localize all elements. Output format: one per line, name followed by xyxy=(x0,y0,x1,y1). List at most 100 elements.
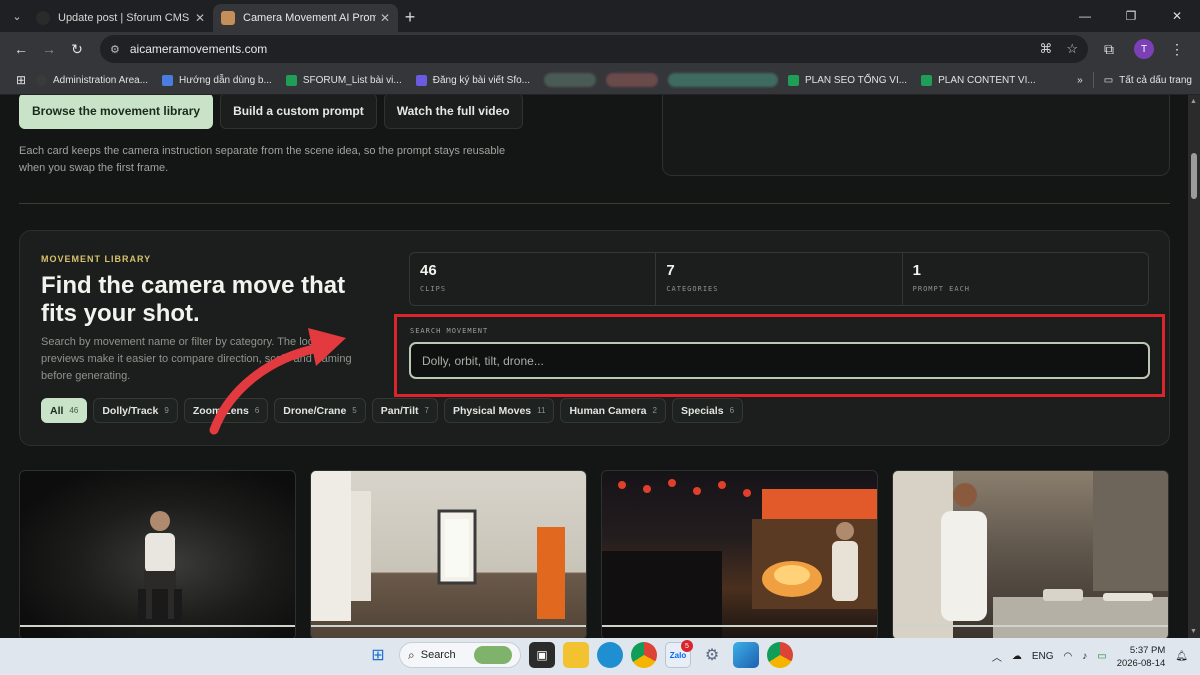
scroll-down-icon[interactable]: ▼ xyxy=(1190,628,1197,635)
tab-camera-movement[interactable]: Camera Movement AI Prompts ✕ xyxy=(213,4,398,32)
bookmarks-right: » ▭ Tất cả dấu trang xyxy=(1077,72,1192,88)
reload-icon[interactable]: ↻ xyxy=(64,36,90,62)
windows-start-icon[interactable]: ⊞ xyxy=(365,642,391,668)
search-input[interactable] xyxy=(409,342,1150,379)
library-eyebrow: MOVEMENT LIBRARY xyxy=(41,254,152,264)
watch-video-button[interactable]: Watch the full video xyxy=(383,95,523,129)
task-view-icon[interactable]: ▣ xyxy=(529,642,555,668)
filter-dolly-track[interactable]: Dolly/Track 9 xyxy=(93,398,178,423)
window-controls: — ❐ ✕ xyxy=(1062,0,1200,32)
bookmark-item[interactable]: SFORUM_List bài vi... xyxy=(285,74,402,86)
camera-favicon-icon xyxy=(221,11,235,25)
language-indicator[interactable]: ENG xyxy=(1032,651,1054,662)
clip-card[interactable] xyxy=(892,470,1169,638)
bookmark-item[interactable]: Administration Area... xyxy=(36,74,148,86)
bookmark-item[interactable]: Đăng ký bài viết Sfo... xyxy=(415,74,530,86)
tab-search-icon[interactable]: ⌄ xyxy=(6,4,28,28)
restore-icon[interactable]: ❐ xyxy=(1108,0,1154,32)
forms-icon xyxy=(415,74,427,86)
scroll-up-icon[interactable]: ▲ xyxy=(1190,98,1197,105)
forward-arrow-icon[interactable]: → xyxy=(36,36,62,62)
tab-sforum[interactable]: Update post | Sforum CMS ✕ xyxy=(28,4,213,32)
address-bar: ← → ↻ ⚙ aicameramovements.com ⌘ ☆ ⧉ T ⋮ xyxy=(0,32,1200,66)
filter-physical-moves[interactable]: Physical Moves 11 xyxy=(443,398,555,423)
browser-chrome: ⌄ Update post | Sforum CMS ✕ Camera Move… xyxy=(0,0,1200,95)
filter-pan-tilt[interactable]: Pan/Tilt 7 xyxy=(371,398,438,423)
filter-drone-crane[interactable]: Drone/Crane 5 xyxy=(274,398,366,423)
chef-kitchen-illustration xyxy=(893,471,1168,638)
tab-title: Camera Movement AI Prompts xyxy=(243,12,376,24)
clock[interactable]: 5:37 PM 2026-08-14 xyxy=(1117,644,1166,670)
filter-specials[interactable]: Specials 6 xyxy=(671,398,744,423)
sheets-icon xyxy=(921,74,933,86)
chrome-icon[interactable] xyxy=(631,642,657,668)
section-divider xyxy=(19,203,1170,204)
bookmark-item[interactable]: PLAN CONTENT VI... xyxy=(921,74,1036,86)
windows-taskbar: ⊞ ⌕ Search ▣ Zalo 5 ⚙ ︿ ☁ ENG ◠ ♪ ▭ 5:37… xyxy=(0,638,1200,675)
zalo-icon[interactable]: Zalo 5 xyxy=(665,640,693,668)
docs-icon xyxy=(162,74,174,86)
volume-icon[interactable]: ♪ xyxy=(1082,651,1087,662)
minimize-icon[interactable]: — xyxy=(1062,0,1108,32)
close-icon[interactable]: ✕ xyxy=(195,11,205,25)
site-info-icon[interactable]: ⚙ xyxy=(110,43,120,56)
back-arrow-icon[interactable]: ← xyxy=(8,36,34,62)
menu-kebab-icon[interactable]: ⋮ xyxy=(1164,36,1190,62)
sforum-favicon-icon xyxy=(36,11,50,25)
battery-icon[interactable]: ▭ xyxy=(1097,651,1106,662)
clip-thumbnail xyxy=(893,471,1168,638)
settings-gear-icon[interactable]: ⚙ xyxy=(699,642,725,668)
notification-badge: 5 xyxy=(681,640,693,652)
page-scrollbar[interactable]: ▲ ▼ xyxy=(1188,95,1200,638)
stat-categories: 7 CATEGORIES xyxy=(656,253,903,305)
clip-card[interactable] xyxy=(19,470,296,638)
search-label: SEARCH MOVEMENT xyxy=(410,327,489,335)
bookmark-item[interactable]: PLAN SEO TỔNG VI... xyxy=(788,74,907,86)
tab-strip: ⌄ Update post | Sforum CMS ✕ Camera Move… xyxy=(0,0,1200,32)
notifications-bell-icon[interactable]: 🔔︎ xyxy=(1175,651,1188,662)
bookmark-item[interactable]: Hướng dẫn dùng b... xyxy=(162,74,272,86)
scroll-thumb[interactable] xyxy=(1191,153,1197,199)
clip-thumbnail xyxy=(20,471,295,638)
hero-note: Each card keeps the camera instruction s… xyxy=(19,145,506,174)
omnibox[interactable]: ⚙ aicameramovements.com ⌘ ☆ xyxy=(100,35,1088,63)
browse-library-button[interactable]: Browse the movement library xyxy=(19,95,214,129)
folder-icon: ▭ xyxy=(1103,74,1114,86)
clip-card[interactable] xyxy=(310,470,587,638)
translate-icon[interactable]: ⌘ xyxy=(1039,41,1052,57)
taskbar-search[interactable]: ⌕ Search xyxy=(399,642,521,668)
extensions-puzzle-icon[interactable]: ⧉ xyxy=(1096,36,1122,62)
library-headline: Find the camera move that fits your shot… xyxy=(41,272,346,327)
blurred-bookmark[interactable] xyxy=(606,73,659,87)
tray-chevron-up-icon[interactable]: ︿ xyxy=(992,649,1002,664)
close-window-icon[interactable]: ✕ xyxy=(1154,0,1200,32)
new-tab-plus-icon[interactable]: + xyxy=(398,7,422,28)
filter-human-camera[interactable]: Human Camera 2 xyxy=(560,398,666,423)
filter-zoom-lens[interactable]: Zoom/Lens 6 xyxy=(183,398,269,423)
page-viewport: Browse the movement library Build a cust… xyxy=(0,95,1188,638)
blurred-bookmark[interactable] xyxy=(544,73,597,87)
build-prompt-button[interactable]: Build a custom prompt xyxy=(220,95,377,129)
chrome-profile-icon[interactable] xyxy=(767,642,793,668)
night-market-illustration xyxy=(602,479,877,638)
blurred-bookmark[interactable] xyxy=(668,73,779,87)
filter-all[interactable]: All 46 xyxy=(41,398,88,423)
bookmarks-overflow-icon[interactable]: » xyxy=(1077,75,1083,86)
divider xyxy=(1092,72,1094,88)
edge-browser-icon[interactable] xyxy=(597,642,623,668)
mail-app-icon[interactable] xyxy=(733,642,759,668)
sheets-icon xyxy=(788,74,800,86)
file-explorer-icon[interactable] xyxy=(563,642,589,668)
url-text[interactable]: aicameramovements.com xyxy=(130,42,1025,56)
wifi-icon[interactable]: ◠ xyxy=(1064,651,1073,662)
star-bookmark-icon[interactable]: ☆ xyxy=(1066,41,1078,57)
system-tray: ︿ ☁ ENG ◠ ♪ ▭ 5:37 PM 2026-08-14 🔔︎ xyxy=(992,638,1188,675)
apps-grid-icon[interactable]: ⊞ xyxy=(8,67,34,93)
all-bookmarks-link[interactable]: Tất cả dấu trang xyxy=(1119,75,1192,86)
library-description: Search by movement name or filter by cat… xyxy=(41,336,352,382)
clip-card[interactable] xyxy=(601,470,878,638)
profile-avatar[interactable]: T xyxy=(1134,39,1154,59)
cloud-icon[interactable]: ☁ xyxy=(1012,651,1022,662)
close-icon[interactable]: ✕ xyxy=(380,11,390,25)
hero-actions: Browse the movement library Build a cust… xyxy=(19,95,523,129)
